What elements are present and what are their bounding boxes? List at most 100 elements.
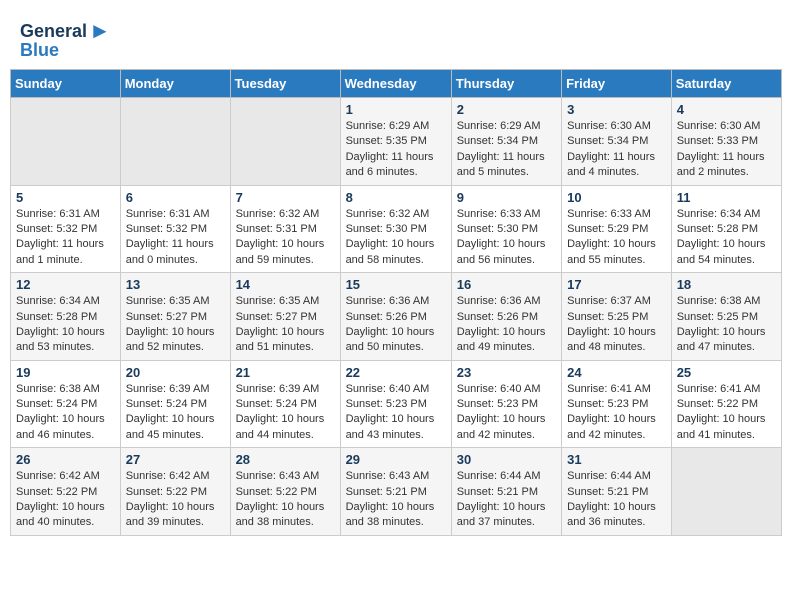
day-info: Daylight: 10 hours and 47 minutes. — [677, 325, 776, 356]
day-info: Sunset: 5:22 PM — [126, 485, 225, 500]
day-number: 18 — [677, 277, 776, 292]
day-info: Sunrise: 6:40 AM — [457, 382, 556, 397]
day-cell: 24Sunrise: 6:41 AMSunset: 5:23 PMDayligh… — [562, 360, 672, 448]
day-cell: 12Sunrise: 6:34 AMSunset: 5:28 PMDayligh… — [11, 273, 121, 361]
day-cell — [11, 98, 121, 186]
day-cell: 23 Sunrise: 6:40 AMSunset: 5:23 PMDayligh… — [451, 360, 561, 448]
day-info: Daylight: 11 hours and 5 minutes. — [457, 150, 556, 181]
day-info: Sunrise: 6:36 AM — [346, 294, 446, 309]
day-number: 25 — [677, 365, 776, 380]
day-number: 23 — [457, 365, 556, 380]
day-info: Daylight: 10 hours and 44 minutes. — [236, 412, 335, 443]
day-number: 5 — [16, 190, 115, 205]
day-number: 19 — [16, 365, 115, 380]
day-info: Sunset: 5:32 PM — [126, 222, 225, 237]
day-info: Daylight: 11 hours and 6 minutes. — [346, 150, 446, 181]
header-cell-monday: Monday — [120, 70, 230, 98]
day-cell: 2Sunrise: 6:29 AMSunset: 5:34 PMDaylight… — [451, 98, 561, 186]
day-info: Daylight: 10 hours and 46 minutes. — [16, 412, 115, 443]
day-info: Sunrise: 6:29 AM — [457, 119, 556, 134]
day-info: Sunset: 5:34 PM — [567, 134, 666, 149]
day-cell: 31 Sunrise: 6:44 AMSunset: 5:21 PMDayligh… — [562, 448, 672, 536]
day-info: Daylight: 11 hours and 4 minutes. — [567, 150, 666, 181]
day-info: Sunrise: 6:37 AM — [567, 294, 666, 309]
day-info: Sunrise: 6:33 AM — [457, 207, 556, 222]
day-info: Sunrise: 6:42 AM — [16, 469, 115, 484]
day-number: 11 — [677, 190, 776, 205]
day-info: Sunset: 5:21 PM — [346, 485, 446, 500]
day-info: Daylight: 10 hours and 58 minutes. — [346, 237, 446, 268]
day-number: 3 — [567, 102, 666, 117]
day-cell: 6Sunrise: 6:31 AMSunset: 5:32 PMDaylight… — [120, 185, 230, 273]
day-info: Daylight: 11 hours and 2 minutes. — [677, 150, 776, 181]
day-info: Sunset: 5:32 PM — [16, 222, 115, 237]
day-info: Sunset: 5:21 PM — [567, 485, 666, 500]
day-info: Sunset: 5:22 PM — [677, 397, 776, 412]
day-info: Sunset: 5:25 PM — [677, 310, 776, 325]
day-info: Daylight: 10 hours and 49 minutes. — [457, 325, 556, 356]
day-info: Sunrise: 6:31 AM — [16, 207, 115, 222]
calendar-body: 1Sunrise: 6:29 AMSunset: 5:35 PMDaylight… — [11, 98, 782, 536]
day-info: Sunrise: 6:44 AM — [567, 469, 666, 484]
day-info: Sunrise: 6:33 AM — [567, 207, 666, 222]
header-cell-thursday: Thursday — [451, 70, 561, 98]
day-cell: 14Sunrise: 6:35 AMSunset: 5:27 PMDayligh… — [230, 273, 340, 361]
header-row: SundayMondayTuesdayWednesdayThursdayFrid… — [11, 70, 782, 98]
day-cell: 29Sunrise: 6:43 AMSunset: 5:21 PMDayligh… — [340, 448, 451, 536]
day-info: Sunset: 5:22 PM — [236, 485, 335, 500]
day-number: 2 — [457, 102, 556, 117]
day-info: Sunrise: 6:41 AM — [677, 382, 776, 397]
day-cell: 9Sunrise: 6:33 AMSunset: 5:30 PMDaylight… — [451, 185, 561, 273]
day-cell: 3Sunrise: 6:30 AMSunset: 5:34 PMDaylight… — [562, 98, 672, 186]
day-info: Daylight: 10 hours and 51 minutes. — [236, 325, 335, 356]
day-number: 17 — [567, 277, 666, 292]
day-cell: 25Sunrise: 6:41 AMSunset: 5:22 PMDayligh… — [671, 360, 781, 448]
day-cell: 7Sunrise: 6:32 AMSunset: 5:31 PMDaylight… — [230, 185, 340, 273]
day-info: Sunset: 5:23 PM — [567, 397, 666, 412]
day-cell: 5Sunrise: 6:31 AMSunset: 5:32 PMDaylight… — [11, 185, 121, 273]
day-number: 13 — [126, 277, 225, 292]
day-cell: 13Sunrise: 6:35 AMSunset: 5:27 PMDayligh… — [120, 273, 230, 361]
day-cell — [230, 98, 340, 186]
day-info: Sunset: 5:29 PM — [567, 222, 666, 237]
day-info: Sunrise: 6:43 AM — [346, 469, 446, 484]
day-cell: 15Sunrise: 6:36 AMSunset: 5:26 PMDayligh… — [340, 273, 451, 361]
day-info: Sunset: 5:22 PM — [16, 485, 115, 500]
day-info: Sunrise: 6:43 AM — [236, 469, 335, 484]
day-info: Sunrise: 6:41 AM — [567, 382, 666, 397]
day-number: 27 — [126, 452, 225, 467]
logo-bird-icon: ► — [89, 18, 111, 44]
day-number: 31 — [567, 452, 666, 467]
day-info: Daylight: 10 hours and 42 minutes. — [567, 412, 666, 443]
day-info: Sunset: 5:26 PM — [346, 310, 446, 325]
day-info: Sunset: 5:30 PM — [346, 222, 446, 237]
day-info: Daylight: 10 hours and 43 minutes. — [346, 412, 446, 443]
day-cell: 4Sunrise: 6:30 AMSunset: 5:33 PMDaylight… — [671, 98, 781, 186]
header-cell-friday: Friday — [562, 70, 672, 98]
day-number: 4 — [677, 102, 776, 117]
day-info: Daylight: 10 hours and 48 minutes. — [567, 325, 666, 356]
day-info: Daylight: 10 hours and 37 minutes. — [457, 500, 556, 531]
calendar-table: SundayMondayTuesdayWednesdayThursdayFrid… — [10, 69, 782, 536]
day-cell: 28Sunrise: 6:43 AMSunset: 5:22 PMDayligh… — [230, 448, 340, 536]
day-info: Sunrise: 6:29 AM — [346, 119, 446, 134]
day-info: Daylight: 10 hours and 42 minutes. — [457, 412, 556, 443]
day-info: Sunset: 5:27 PM — [126, 310, 225, 325]
day-cell: 11Sunrise: 6:34 AMSunset: 5:28 PMDayligh… — [671, 185, 781, 273]
day-number: 15 — [346, 277, 446, 292]
day-info: Daylight: 11 hours and 0 minutes. — [126, 237, 225, 268]
day-info: Sunset: 5:31 PM — [236, 222, 335, 237]
day-number: 10 — [567, 190, 666, 205]
calendar-header: SundayMondayTuesdayWednesdayThursdayFrid… — [11, 70, 782, 98]
day-number: 30 — [457, 452, 556, 467]
logo: General ► Blue — [20, 18, 111, 61]
day-cell: 10Sunrise: 6:33 AMSunset: 5:29 PMDayligh… — [562, 185, 672, 273]
day-info: Daylight: 10 hours and 59 minutes. — [236, 237, 335, 268]
day-info: Sunrise: 6:40 AM — [346, 382, 446, 397]
day-cell: 16Sunrise: 6:36 AMSunset: 5:26 PMDayligh… — [451, 273, 561, 361]
day-cell — [671, 448, 781, 536]
day-info: Daylight: 10 hours and 36 minutes. — [567, 500, 666, 531]
day-info: Sunset: 5:23 PM — [457, 397, 556, 412]
week-row-4: 19Sunrise: 6:38 AMSunset: 5:24 PMDayligh… — [11, 360, 782, 448]
day-number: 29 — [346, 452, 446, 467]
